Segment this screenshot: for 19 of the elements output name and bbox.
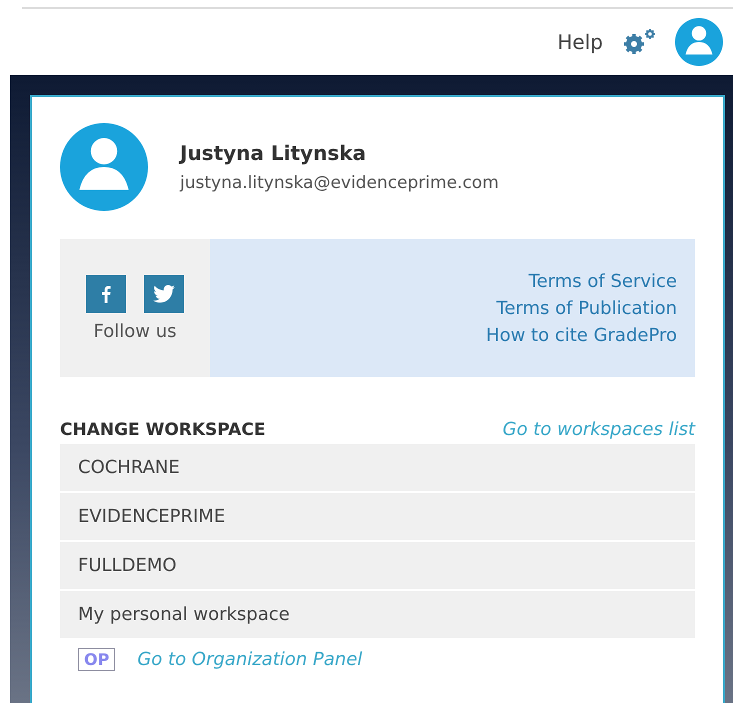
settings-icon[interactable] [621,27,657,57]
avatar-icon [675,18,723,66]
workspace-item[interactable]: EVIDENCEPRIME [60,493,695,540]
user-name: Justyna Litynska [180,141,368,165]
avatar-icon [60,123,148,211]
follow-label: Follow us [94,320,176,342]
org-badge: OP [78,648,116,671]
twitter-icon[interactable] [144,274,184,312]
user-email: justyna.litynska@evidenceprime.com [180,173,499,193]
user-button[interactable] [675,18,723,66]
terms-link[interactable]: Terms of Publication [496,298,677,318]
facebook-icon[interactable] [86,274,126,312]
workspace-item[interactable]: COCHRANE [60,444,695,491]
terms-link[interactable]: Terms of Service [528,270,677,292]
workspace-item[interactable]: My personal workspace [60,591,695,638]
help-link[interactable]: Help [557,30,603,54]
section-heading: CHANGE WORKSPACE [60,420,266,440]
terms-link[interactable]: How to cite GradePro [486,324,677,346]
workspace-item[interactable]: FULLDEMO [60,542,695,589]
